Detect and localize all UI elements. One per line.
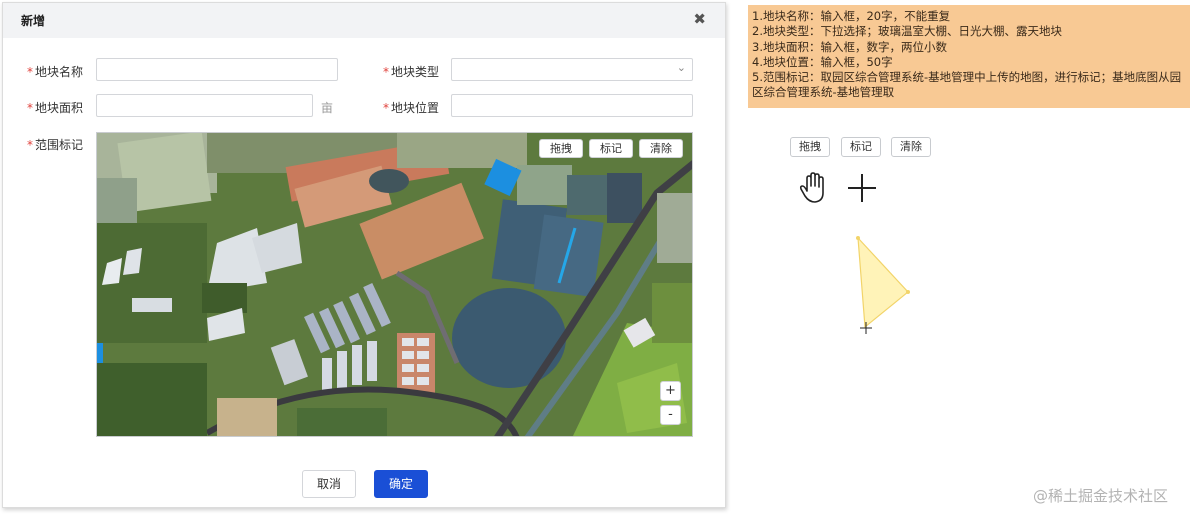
confirm-button[interactable]: 确定 bbox=[374, 470, 428, 498]
range-mark-label: * 范围标记 bbox=[27, 138, 84, 152]
zoom-out-button[interactable]: - bbox=[660, 405, 681, 425]
requirements-notes: 1.地块名称：输入框，20字，不能重复 2.地块类型：下拉选择；玻璃温室大棚、日… bbox=[748, 5, 1190, 108]
watermark: @稀土掘金技术社区 bbox=[1033, 487, 1169, 505]
hand-icon bbox=[799, 172, 824, 203]
dialog-title: 新增 bbox=[21, 14, 46, 28]
aerial-map-image bbox=[97, 133, 692, 436]
demo-clear-button[interactable]: 清除 bbox=[891, 137, 931, 157]
required-mark: * bbox=[27, 101, 33, 115]
demo-mark-button[interactable]: 标记 bbox=[841, 137, 881, 157]
note-item: 5.范围标记：取园区综合管理系统-基地管理中上传的地图，进行标记；基地底图从园区… bbox=[752, 70, 1182, 100]
required-mark: * bbox=[383, 101, 389, 115]
crosshair-icon bbox=[848, 174, 876, 202]
required-mark: * bbox=[383, 65, 389, 79]
plot-area-input[interactable] bbox=[96, 94, 313, 117]
marked-polygon bbox=[856, 236, 910, 334]
cancel-button[interactable]: 取消 bbox=[302, 470, 356, 498]
plot-name-input[interactable] bbox=[96, 58, 338, 81]
zoom-in-button[interactable]: + bbox=[660, 381, 681, 401]
plot-type-label: * 地块类型 bbox=[383, 65, 440, 79]
demo-drag-button[interactable]: 拖拽 bbox=[790, 137, 830, 157]
note-item: 1.地块名称：输入框，20字，不能重复 bbox=[752, 9, 951, 23]
note-item: 4.地块位置：输入框，50字 bbox=[752, 54, 893, 69]
plot-type-select[interactable]: ⌄ bbox=[451, 58, 693, 81]
map-canvas[interactable]: 拖拽 标记 清除 + - bbox=[96, 132, 693, 437]
chevron-down-icon: ⌄ bbox=[676, 61, 686, 74]
dialog-header: 新增 ✖ bbox=[3, 3, 725, 38]
plot-area-label: * 地块面积 bbox=[27, 101, 84, 115]
required-mark: * bbox=[27, 65, 33, 79]
map-drag-button[interactable]: 拖拽 bbox=[539, 139, 583, 158]
note-item: 2.地块类型：下拉选择；玻璃温室大棚、日光大棚、露天地块 bbox=[752, 24, 1062, 39]
note-item: 3.地块面积：输入框，数字，两位小数 bbox=[752, 39, 947, 54]
map-mark-button[interactable]: 标记 bbox=[589, 139, 633, 158]
plot-name-label: * 地块名称 bbox=[27, 65, 84, 79]
add-dialog: 新增 ✖ * 地块名称 * 地块类型 ⌄ * 地块面积 亩 * 地块位置 * 范围标记 bbox=[2, 2, 726, 508]
required-mark: * bbox=[27, 138, 33, 152]
area-unit: 亩 bbox=[321, 101, 334, 115]
plot-location-input[interactable] bbox=[451, 94, 693, 117]
plot-location-label: * 地块位置 bbox=[383, 101, 440, 115]
map-clear-button[interactable]: 清除 bbox=[639, 139, 683, 158]
close-icon[interactable]: ✖ bbox=[693, 10, 706, 28]
